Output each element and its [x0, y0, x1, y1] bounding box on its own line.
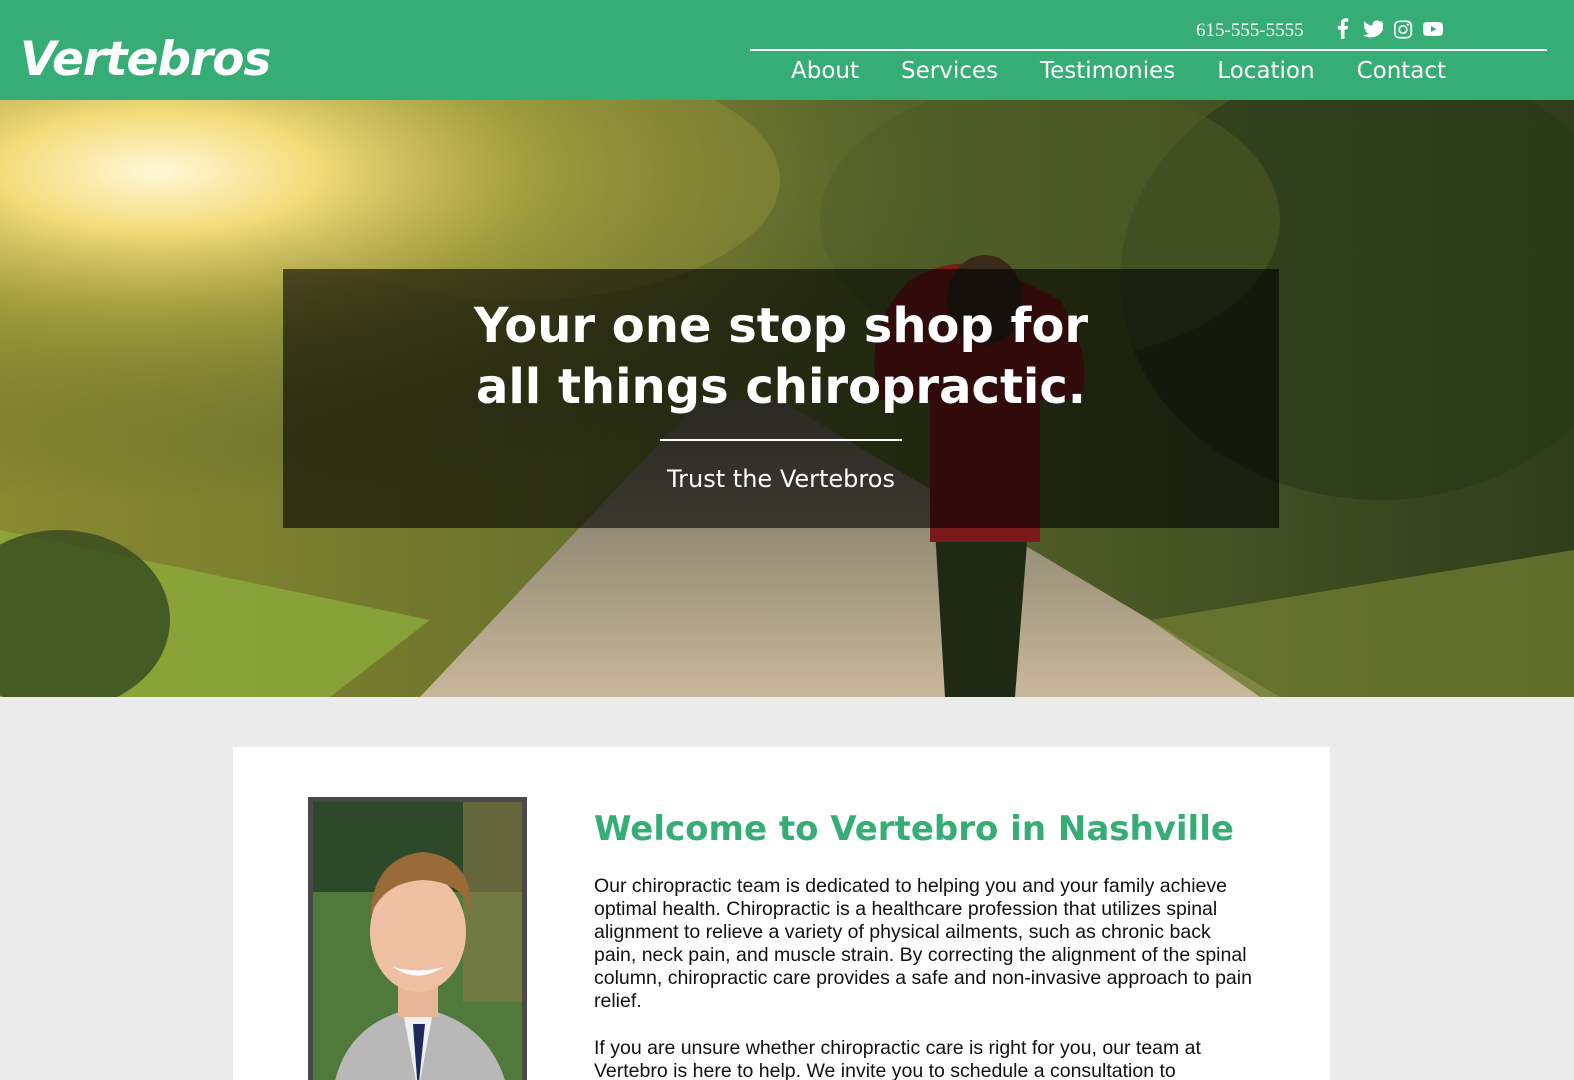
nav-testimonies[interactable]: Testimonies	[1040, 58, 1175, 84]
hero-subtitle: Trust the Vertebros	[667, 465, 895, 493]
intro-paragraph: Our chiropractic team is dedicated to he…	[594, 875, 1252, 1012]
social-links	[1333, 17, 1443, 39]
phone-number[interactable]: 615-555-5555	[1196, 20, 1304, 42]
welcome-section: Welcome to Vertebro in Nashville Our chi…	[233, 747, 1330, 1080]
site-logo[interactable]: Vertebros	[20, 32, 271, 87]
doctor-portrait	[308, 797, 527, 1080]
welcome-heading: Welcome to Vertebro in Nashville	[594, 809, 1234, 849]
site-header: Vertebros 615-555-5555 About Services Te…	[0, 0, 1574, 100]
nav-location[interactable]: Location	[1217, 58, 1314, 84]
main-nav: About Services Testimonies Location Cont…	[791, 58, 1488, 84]
youtube-icon[interactable]	[1423, 17, 1443, 39]
hero-title-line-2: all things chiropractic.	[475, 359, 1087, 415]
instagram-icon[interactable]	[1393, 17, 1413, 39]
nav-contact[interactable]: Contact	[1357, 58, 1446, 84]
hero-title: Your one stop shop for all things chirop…	[283, 296, 1279, 418]
nav-about[interactable]: About	[791, 58, 859, 84]
nav-services[interactable]: Services	[901, 58, 998, 84]
twitter-icon[interactable]	[1363, 17, 1385, 39]
hero-title-line-1: Your one stop shop for	[473, 298, 1089, 354]
hero-divider	[660, 439, 902, 441]
consultation-paragraph: If you are unsure whether chiropractic c…	[594, 1037, 1201, 1080]
header-divider	[750, 49, 1547, 51]
facebook-icon[interactable]	[1333, 17, 1353, 39]
hero-banner: Your one stop shop for all things chirop…	[0, 100, 1574, 697]
hero-overlay: Your one stop shop for all things chirop…	[283, 269, 1279, 528]
